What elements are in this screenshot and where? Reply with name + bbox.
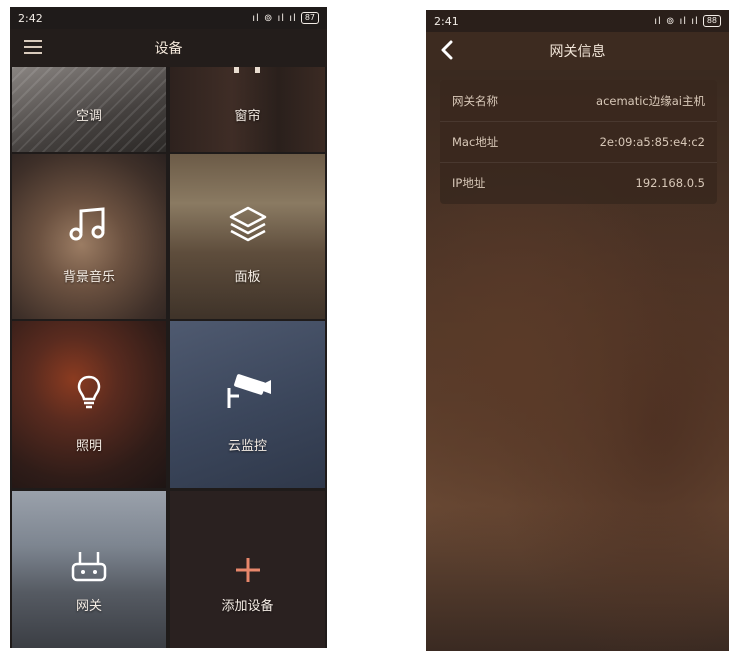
info-key: IP地址 [452, 176, 486, 190]
tile-label: 背景音乐 [62, 270, 115, 285]
tile-background-music[interactable]: 背景音乐 [12, 154, 166, 319]
info-value: 192.168.0.5 [635, 176, 706, 190]
info-row-mac-address: Mac地址 2e:09:a5:85:e4:c2 [440, 121, 717, 162]
tile-curtain[interactable]: 窗帘 [170, 67, 325, 152]
tile-label: 面板 [234, 270, 261, 285]
status-bar: 2:42 ıl ⊚ ıl ıl 87 [10, 7, 327, 29]
info-row-gateway-name: 网关名称 acematic边缘ai主机 [440, 80, 717, 121]
signal-icons: ıl ⊚ ıl ıl [252, 12, 297, 24]
tile-cloud-monitor[interactable]: 云监控 [170, 321, 325, 488]
signal-icons: ıl ⊚ ıl ıl [654, 15, 699, 27]
curtain-icon [234, 67, 260, 73]
page-title: 网关信息 [549, 44, 606, 60]
tile-label: 照明 [75, 439, 102, 454]
info-key: Mac地址 [452, 135, 499, 149]
tile-add-device[interactable]: 添加设备 [170, 491, 325, 648]
tile-label: 窗帘 [234, 109, 261, 124]
info-value: 2e:09:a5:85:e4:c2 [599, 135, 705, 149]
menu-icon[interactable] [24, 40, 42, 54]
back-arrow-icon[interactable] [440, 40, 454, 60]
plus-icon [235, 557, 260, 582]
page-title: 设备 [154, 41, 183, 57]
battery-icon: 88 [702, 15, 721, 27]
music-note-icon [69, 206, 105, 240]
tile-panel[interactable]: 面板 [170, 154, 325, 319]
tile-label: 添加设备 [221, 599, 274, 614]
app-bar: 网关信息 [426, 32, 729, 70]
gateway-info-card: 网关名称 acematic边缘ai主机 Mac地址 2e:09:a5:85:e4… [440, 80, 717, 204]
light-bulb-icon [77, 375, 101, 408]
tile-label: 空调 [75, 109, 102, 124]
tile-gateway[interactable]: 网关 [12, 491, 166, 648]
gateway-info-screen: 2:41 ıl ⊚ ıl ıl 88 网关信息 网关名称 acematic边缘a… [426, 10, 729, 651]
status-bar: 2:41 ıl ⊚ ıl ıl 88 [426, 10, 729, 32]
app-bar: 设备 [10, 29, 327, 67]
battery-icon: 87 [300, 12, 319, 24]
info-value: acematic边缘ai主机 [596, 93, 705, 108]
info-key: 网关名称 [452, 93, 498, 108]
info-row-ip-address: IP地址 192.168.0.5 [440, 162, 717, 203]
device-list-screen: 2:42 ıl ⊚ ıl ıl 87 设备 空调 窗帘 背景音乐 面板 照明 云… [10, 7, 327, 648]
status-time: 2:41 [434, 14, 459, 28]
router-icon [71, 551, 107, 581]
layers-icon [229, 206, 266, 241]
status-time: 2:42 [18, 11, 43, 25]
tile-air-conditioner[interactable]: 空调 [12, 67, 166, 152]
tile-label: 云监控 [227, 439, 267, 454]
tile-label: 网关 [75, 599, 102, 614]
tile-lighting[interactable]: 照明 [12, 321, 166, 488]
security-camera-icon [227, 373, 271, 408]
